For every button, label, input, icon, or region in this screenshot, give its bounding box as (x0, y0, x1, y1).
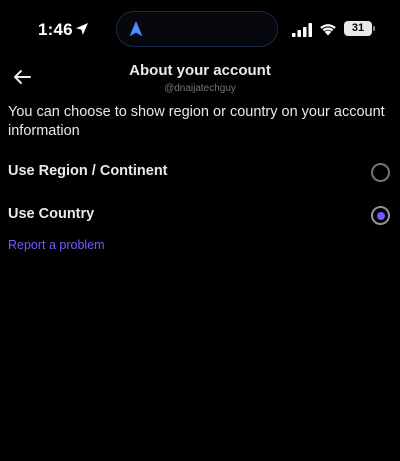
account-handle: @dnaijatechguy (164, 83, 236, 94)
dynamic-island[interactable] (116, 11, 278, 47)
radio-unchecked-icon[interactable] (371, 163, 390, 182)
description-text: You can choose to show region or country… (8, 104, 385, 139)
option-region-continent[interactable]: Use Region / Continent (0, 155, 400, 191)
option-country[interactable]: Use Country (0, 198, 400, 234)
header: About your account @dnaijatechguy (0, 58, 400, 98)
radio-dot (376, 211, 385, 220)
radio-checked-icon[interactable] (371, 206, 390, 225)
option-label: Use Region / Continent (8, 163, 168, 179)
battery-icon: 31 (344, 21, 376, 36)
battery-level: 31 (351, 22, 365, 34)
option-label: Use Country (8, 206, 95, 222)
report-problem-link[interactable]: Report a problem (8, 238, 105, 252)
status-bar: 1:46 31 (0, 0, 400, 58)
wifi-icon (320, 24, 336, 36)
location-arrow-icon (76, 23, 88, 35)
status-time: 1:46 (38, 20, 73, 39)
signal-icon (292, 23, 312, 37)
navigation-icon (129, 21, 143, 37)
page-title: About your account (129, 62, 271, 79)
